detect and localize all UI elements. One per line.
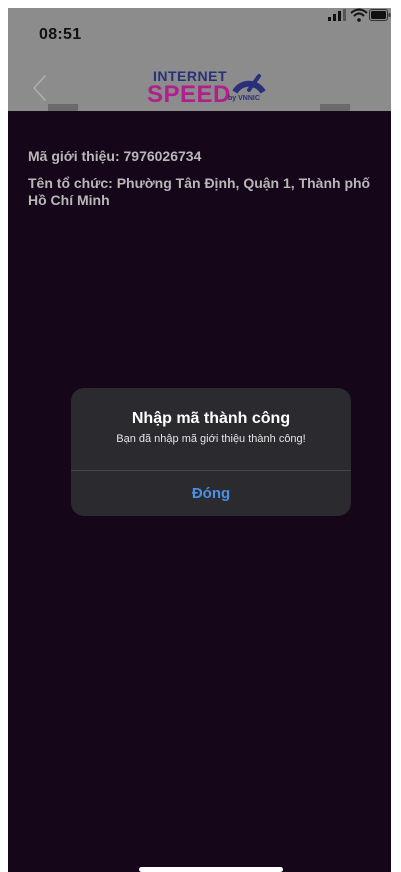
- phone-screen: 08:51 INTERNET SPEED by VNNIC Mã giới th…: [8, 8, 391, 872]
- signal-icon: [328, 9, 346, 21]
- wifi-icon: [350, 8, 368, 22]
- close-button[interactable]: Đóng: [71, 471, 351, 516]
- referral-code-text: Mã giới thiệu: 7976026734: [28, 148, 202, 164]
- status-bar: 08:51: [8, 8, 391, 58]
- back-chevron-icon[interactable]: [28, 72, 52, 104]
- organization-text: Tên tổ chức: Phường Tân Định, Quận 1, Th…: [28, 175, 371, 208]
- alert-title: Nhập mã thành công: [131, 410, 291, 427]
- header-shadow: [320, 104, 350, 111]
- home-indicator[interactable]: [139, 867, 283, 872]
- logo-text-speed: SPEED: [147, 81, 231, 108]
- alert-message: Bạn đã nhập mã giới thiệu thành công!: [116, 433, 306, 445]
- header-shadow: [48, 104, 78, 111]
- success-alert-dialog: Nhập mã thành công Bạn đã nhập mã giới t…: [71, 388, 351, 516]
- logo-text-by: by VNNIC: [228, 95, 260, 102]
- battery-icon: [369, 9, 391, 21]
- status-time: 08:51: [39, 26, 82, 43]
- speed-gauge-icon: [232, 74, 266, 94]
- app-logo: INTERNET SPEED by VNNIC: [145, 66, 285, 110]
- app-header: 08:51 INTERNET SPEED by VNNIC: [8, 8, 391, 111]
- referral-info: Mã giới thiệu: 7976026734 Tên tổ chức: P…: [28, 148, 378, 219]
